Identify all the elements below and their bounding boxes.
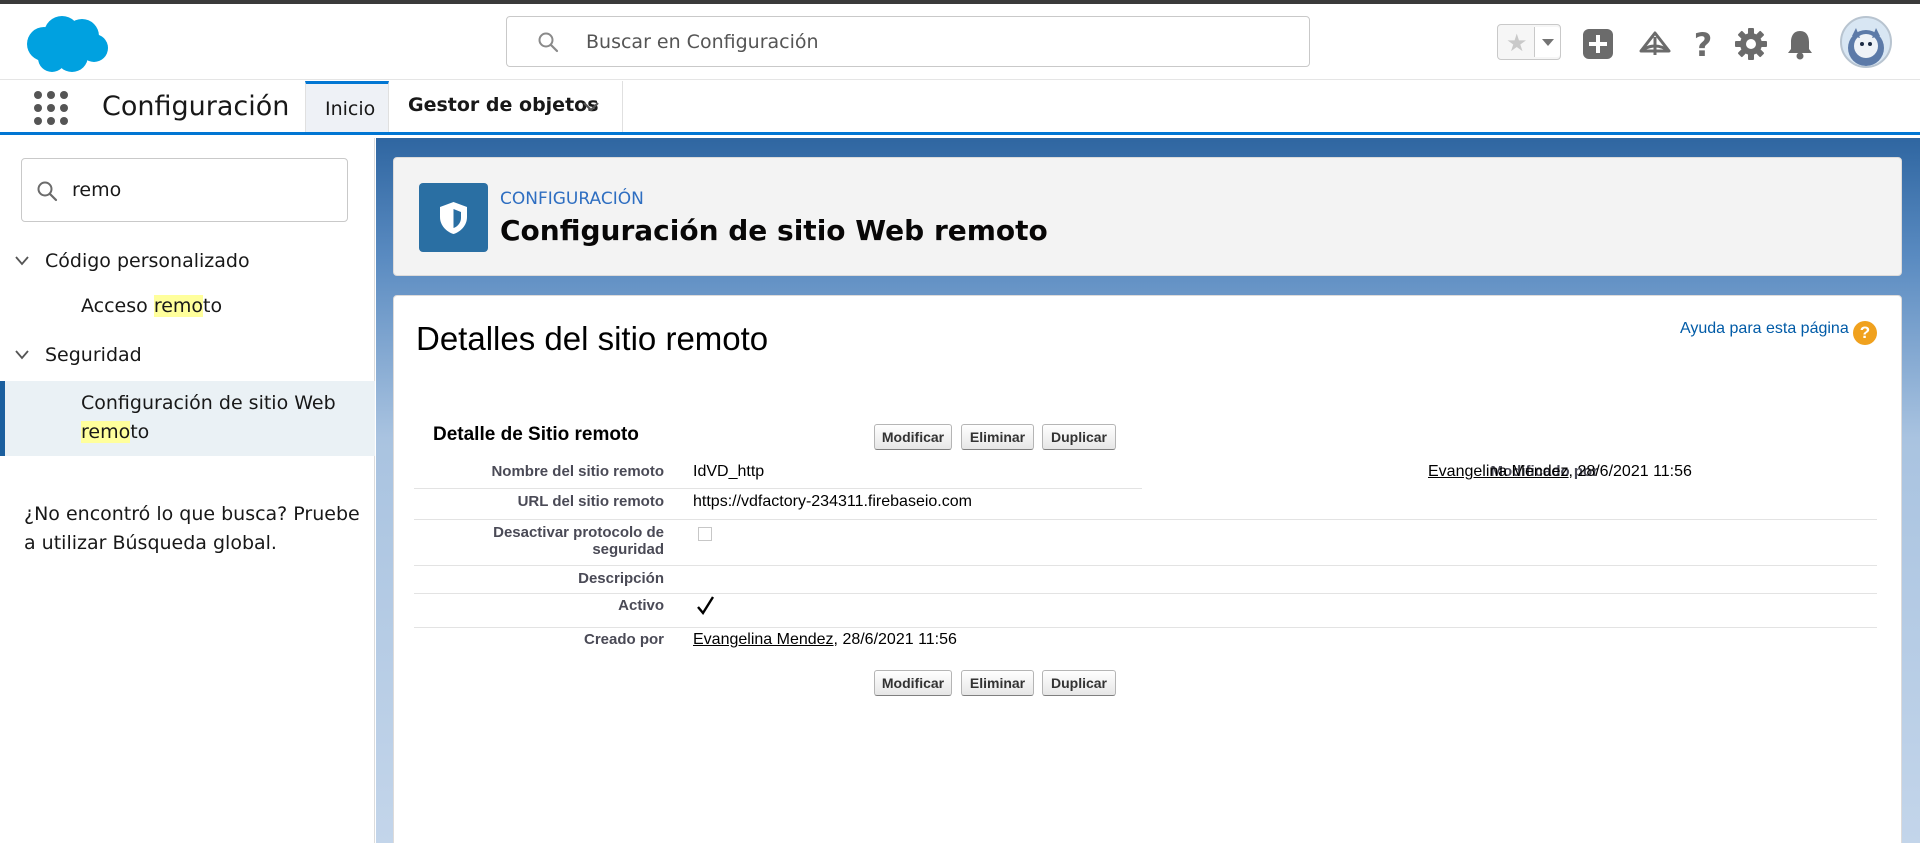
favorites-control: ★ bbox=[1497, 24, 1561, 60]
app-navigation-bar: Configuración Inicio Gestor de objetos bbox=[0, 81, 1920, 135]
svg-text:?: ? bbox=[1694, 27, 1713, 61]
chevron-down-icon bbox=[15, 350, 29, 360]
setup-sidebar: remo Código personalizado Acceso remoto … bbox=[0, 138, 375, 843]
detail-panel: Detalles del sitio remoto Ayuda para est… bbox=[393, 295, 1902, 843]
delete-button-bottom[interactable]: Eliminar bbox=[961, 670, 1034, 696]
page-header: CONFIGURACIÓN Configuración de sitio Web… bbox=[393, 157, 1902, 276]
clone-button-bottom[interactable]: Duplicar bbox=[1042, 670, 1116, 696]
app-launcher-icon[interactable] bbox=[34, 91, 68, 125]
field-label-created-by: Creado por bbox=[583, 631, 664, 648]
search-icon bbox=[37, 181, 58, 202]
astro-avatar-icon bbox=[1848, 28, 1884, 66]
search-highlight: remo bbox=[153, 295, 204, 317]
sidebar-item-configuracion-sitio-web-remoto[interactable]: Configuración de sitio Web remoto bbox=[0, 381, 375, 456]
search-placeholder: Buscar en Configuración bbox=[586, 31, 819, 53]
sidebar-group-seguridad[interactable]: Seguridad bbox=[0, 337, 375, 377]
field-value-url: https://vdfactory-234311.firebaseio.com bbox=[693, 493, 972, 510]
panel-title: Detalles del sitio remoto bbox=[416, 320, 769, 357]
field-value-modified-by: Evangelina Mendez, 28/6/2021 11:56 bbox=[1428, 463, 1692, 480]
tab-gestor-label: Gestor de objetos bbox=[408, 94, 599, 116]
created-by-user-link[interactable]: Evangelina Mendez bbox=[693, 631, 834, 648]
field-value-name: IdVD_http bbox=[693, 463, 765, 480]
active-checkmark-icon bbox=[697, 596, 715, 616]
global-search-input[interactable]: Buscar en Configuración bbox=[506, 16, 1310, 67]
setup-gear-icon[interactable] bbox=[1734, 27, 1768, 61]
modified-by-user-link[interactable]: Evangelina Mendez bbox=[1428, 463, 1569, 480]
quick-find-input[interactable]: remo bbox=[21, 158, 348, 222]
tab-gestor-de-objetos[interactable]: Gestor de objetos bbox=[389, 81, 623, 132]
modify-button-top[interactable]: Modificar bbox=[874, 424, 952, 450]
notifications-bell-icon[interactable] bbox=[1783, 27, 1817, 61]
help-icon[interactable]: ? bbox=[1686, 27, 1720, 61]
field-label-active: Activo bbox=[618, 597, 664, 614]
trailhead-guidance-icon[interactable] bbox=[1638, 27, 1672, 61]
salesforce-logo-icon[interactable] bbox=[22, 14, 112, 78]
field-label-disable-protocol: Desactivar protocolo de seguridad bbox=[493, 524, 664, 558]
sidebar-group-label: Seguridad bbox=[45, 344, 142, 366]
global-actions-add-icon[interactable] bbox=[1581, 27, 1615, 61]
page-eyebrow: CONFIGURACIÓN bbox=[500, 189, 644, 209]
field-label-name: Nombre del sitio remoto bbox=[491, 463, 664, 480]
sidebar-item-label: Configuración de sitio Web remoto bbox=[81, 392, 336, 443]
sidebar-item-label: Acceso remoto bbox=[81, 295, 223, 317]
field-value-created-by: Evangelina Mendez, 28/6/2021 11:56 bbox=[693, 631, 957, 648]
detail-section-title: Detalle de Sitio remoto bbox=[433, 424, 639, 445]
favorite-star-icon[interactable]: ★ bbox=[1506, 29, 1528, 58]
clone-button-top[interactable]: Duplicar bbox=[1042, 424, 1116, 450]
disable-protocol-checkbox bbox=[698, 527, 712, 541]
app-name: Configuración bbox=[102, 91, 290, 122]
favorites-dropdown-button[interactable] bbox=[1534, 27, 1560, 57]
sidebar-group-label: Código personalizado bbox=[45, 250, 250, 272]
global-header: Buscar en Configuración ★ ? bbox=[0, 4, 1920, 80]
search-icon bbox=[538, 32, 559, 53]
not-found-hint: ¿No encontró lo que busca? Pruebe a util… bbox=[24, 503, 360, 554]
quick-find-value: remo bbox=[72, 179, 122, 201]
help-question-icon[interactable]: ? bbox=[1853, 321, 1877, 345]
search-highlight: remo bbox=[81, 421, 131, 443]
chevron-down-icon[interactable] bbox=[581, 99, 601, 115]
page-title: Configuración de sitio Web remoto bbox=[500, 214, 1048, 247]
security-shield-icon bbox=[419, 183, 488, 252]
tab-inicio-label: Inicio bbox=[325, 98, 376, 120]
user-avatar[interactable] bbox=[1840, 16, 1892, 68]
sidebar-item-acceso-remoto[interactable]: Acceso remoto bbox=[0, 290, 375, 326]
tab-inicio[interactable]: Inicio bbox=[305, 81, 389, 132]
chevron-down-icon bbox=[15, 256, 29, 266]
sidebar-group-codigo-personalizado[interactable]: Código personalizado bbox=[0, 243, 375, 283]
help-for-this-page-link[interactable]: Ayuda para esta página bbox=[1680, 320, 1849, 338]
delete-button-top[interactable]: Eliminar bbox=[961, 424, 1034, 450]
field-label-description: Descripción bbox=[578, 570, 664, 587]
field-label-url: URL del sitio remoto bbox=[517, 493, 664, 510]
modify-button-bottom[interactable]: Modificar bbox=[874, 670, 952, 696]
